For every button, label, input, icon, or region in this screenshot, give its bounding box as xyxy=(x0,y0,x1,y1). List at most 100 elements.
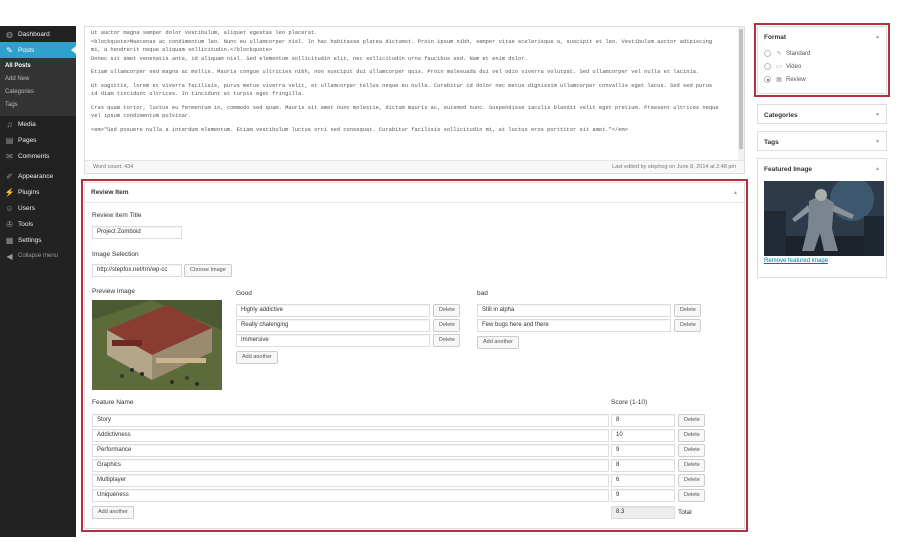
submenu-all-posts[interactable]: All Posts xyxy=(0,60,76,73)
tags-panel: Tags ▼ xyxy=(757,131,887,151)
feature-score-input[interactable]: 9 xyxy=(611,489,675,502)
delete-button[interactable]: Delete xyxy=(678,489,705,502)
expand-arrow-icon[interactable]: ▼ xyxy=(875,139,880,145)
feature-score-input[interactable]: 10 xyxy=(611,429,675,442)
choose-image-button[interactable]: Choose Image xyxy=(184,264,232,277)
good-input[interactable]: Highly addictive xyxy=(236,304,430,317)
radio-icon[interactable] xyxy=(764,63,771,70)
feature-score-input[interactable]: 6 xyxy=(611,474,675,487)
submenu-categories[interactable]: Categories xyxy=(0,86,76,99)
sidebar-item-label: Users xyxy=(18,204,35,212)
collapse-icon: ◀ xyxy=(6,251,13,261)
format-option-label: Video xyxy=(786,63,802,70)
radio-icon[interactable] xyxy=(764,50,771,57)
bad-input[interactable]: Few bugs here and there xyxy=(477,319,671,332)
radio-checked-icon[interactable] xyxy=(764,76,771,83)
collapse-arrow-icon[interactable]: ▲ xyxy=(875,34,880,40)
sidebar-item-dashboard[interactable]: ◍ Dashboard xyxy=(0,26,76,42)
format-option-label: Standard xyxy=(786,50,811,57)
tags-title: Tags xyxy=(764,138,779,146)
sidebar-item-label: Pages xyxy=(18,136,37,144)
add-good-button[interactable]: Add another xyxy=(236,351,278,364)
featured-image[interactable] xyxy=(764,181,884,256)
sidebar-item-tools[interactable]: ✇ Tools xyxy=(0,216,76,232)
dashboard-icon: ◍ xyxy=(6,29,13,39)
editor-line: <blockquote>Maecenas ac condimentum leo.… xyxy=(91,38,713,45)
categories-panel-header[interactable]: Categories ▼ xyxy=(758,105,886,125)
sidebar-item-label: Tools xyxy=(18,220,34,228)
total-label: Total xyxy=(678,509,692,516)
posts-submenu: All Posts Add New Categories Tags xyxy=(0,58,76,116)
feature-name-input[interactable]: Addictivness xyxy=(92,429,609,442)
image-url-input[interactable]: http://stepfox.net/trn/wp-cc xyxy=(92,264,182,277)
sidebar-item-posts[interactable]: ✎ Posts xyxy=(0,42,76,58)
sidebar-item-plugins[interactable]: ⚡ Plugins xyxy=(0,184,76,200)
feature-name-input[interactable]: Story xyxy=(92,414,609,427)
sidebar-item-users[interactable]: ☺ Users xyxy=(0,200,76,216)
review-metabox-title: Review Item xyxy=(91,189,129,196)
format-panel-header[interactable]: Format ▲ xyxy=(758,27,886,47)
sidebar-item-comments[interactable]: ✉ Comments xyxy=(0,148,76,164)
pages-icon: ▤ xyxy=(5,135,14,145)
editor-scrollbar[interactable] xyxy=(738,27,744,160)
post-editor[interactable]: Ut auctor magna semper dolor vestibulum,… xyxy=(84,26,745,174)
delete-button[interactable]: Delete xyxy=(678,459,705,472)
image-selection-label: Image Selection xyxy=(92,251,139,258)
good-input[interactable]: Really chalenging xyxy=(236,319,430,332)
last-edited: Last edited by stephog on June 8, 2014 a… xyxy=(612,164,736,170)
format-option-standard[interactable]: ✎ Standard xyxy=(758,47,886,60)
bad-input[interactable]: Still in alpha xyxy=(477,304,671,317)
editor-line: Donec sit amet venenatis ante, id aliqua… xyxy=(91,55,528,62)
sidebar-item-pages[interactable]: ▤ Pages xyxy=(0,132,76,148)
remove-featured-image-link[interactable]: Remove featured image xyxy=(758,258,886,264)
collapse-arrow-icon[interactable]: ▲ xyxy=(875,166,880,172)
review-title-label: Review Item Title xyxy=(92,212,142,219)
delete-button[interactable]: Delete xyxy=(674,319,701,332)
collapse-menu-button[interactable]: ◀ Collapse menu xyxy=(0,248,76,264)
format-option-video[interactable]: ▭ Video xyxy=(758,60,886,73)
review-title-input[interactable]: Project Zomboid xyxy=(92,226,182,239)
sidebar-item-settings[interactable]: ▦ Settings xyxy=(0,232,76,248)
feature-name-input[interactable]: Performance xyxy=(92,444,609,457)
good-input[interactable]: Immersive xyxy=(236,334,430,347)
sidebar-item-label: Appearance xyxy=(18,172,54,180)
feature-score-input[interactable]: 8 xyxy=(611,414,675,427)
feature-name-input[interactable]: Uniqueness xyxy=(92,489,609,502)
delete-button[interactable]: Delete xyxy=(674,304,701,317)
collapse-arrow-icon[interactable]: ▲ xyxy=(733,190,738,196)
sidebar-item-media[interactable]: ♫ Media xyxy=(0,116,76,132)
sidebar-item-appearance[interactable]: ✐ Appearance xyxy=(0,168,76,184)
feature-name-input[interactable]: Graphics xyxy=(92,459,609,472)
submenu-add-new[interactable]: Add New xyxy=(0,73,76,86)
feature-name-label: Feature Name xyxy=(92,399,134,406)
format-option-review[interactable]: ▦ Review xyxy=(758,73,886,86)
feature-score-input[interactable]: 9 xyxy=(611,444,675,457)
delete-button[interactable]: Delete xyxy=(678,429,705,442)
sidebar-item-label: Plugins xyxy=(18,188,40,196)
delete-button[interactable]: Delete xyxy=(678,474,705,487)
score-label: Score (1-10) xyxy=(611,399,648,406)
word-count: Word count: 434 xyxy=(93,164,134,170)
review-metabox-header[interactable]: Review Item ▲ xyxy=(85,183,744,203)
delete-button[interactable]: Delete xyxy=(433,334,460,347)
preview-image-label: Preview Image xyxy=(92,288,135,295)
app: ◍ Dashboard ✎ Posts All Posts Add New Ca… xyxy=(0,0,900,560)
add-bad-button[interactable]: Add another xyxy=(477,336,519,349)
featured-image-header[interactable]: Featured Image ▲ xyxy=(758,159,886,179)
expand-arrow-icon[interactable]: ▼ xyxy=(875,112,880,118)
feature-name-input[interactable]: Multiplayer xyxy=(92,474,609,487)
editor-content[interactable]: Ut auctor magna semper dolor vestibulum,… xyxy=(85,27,744,160)
delete-button[interactable]: Delete xyxy=(433,319,460,332)
scrollbar-thumb[interactable] xyxy=(739,29,743,149)
settings-icon: ▦ xyxy=(5,235,14,245)
tags-panel-header[interactable]: Tags ▼ xyxy=(758,132,886,152)
delete-button[interactable]: Delete xyxy=(678,444,705,457)
feature-score-input[interactable]: 8 xyxy=(611,459,675,472)
brush-icon: ✐ xyxy=(6,171,13,181)
total-score-field: 8.3 xyxy=(611,506,675,519)
submenu-tags[interactable]: Tags xyxy=(0,99,76,112)
delete-button[interactable]: Delete xyxy=(433,304,460,317)
good-label: Good xyxy=(236,290,252,297)
delete-button[interactable]: Delete xyxy=(678,414,705,427)
add-feature-button[interactable]: Add another xyxy=(92,506,134,519)
